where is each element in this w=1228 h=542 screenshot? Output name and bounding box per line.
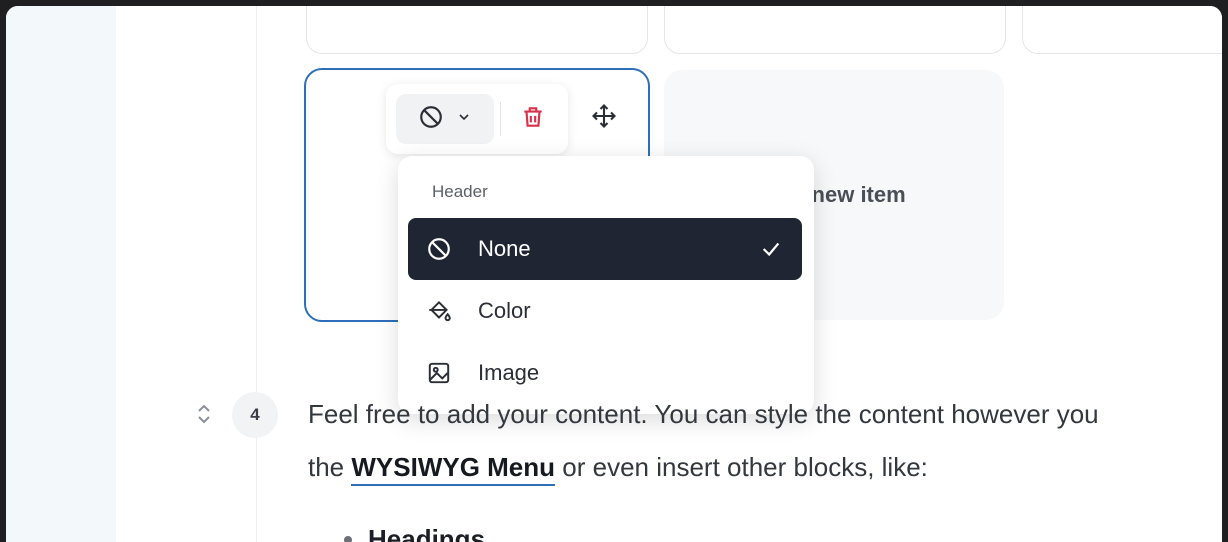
chevron-down-icon [456,109,472,130]
row-number-badge: 4 [232,392,278,438]
menu-item-label: Color [478,298,531,323]
paragraph-text: or even insert other blocks, like: [555,452,928,482]
wysiwyg-menu-link[interactable]: WYSIWYG Menu [351,452,556,486]
paragraph-line: Feel free to add your content. You can s… [308,399,1099,429]
grid-card[interactable] [306,6,648,54]
menu-item-color[interactable]: Color [408,280,802,342]
header-style-button[interactable] [396,94,494,144]
move-button[interactable] [584,98,624,138]
menu-item-label: Image [478,360,540,385]
checkmark-icon [760,238,782,260]
grid-card[interactable] [664,6,1006,54]
ban-icon [418,104,444,135]
menu-item-image[interactable]: Image [408,342,802,404]
image-icon [424,358,454,388]
paragraph-line: the WYSIWYG Menu or even insert other bl… [308,452,928,486]
ban-icon [424,234,454,264]
toolbar-divider [500,102,501,136]
menu-item-none[interactable]: None [408,218,802,280]
chevron-up-down-icon [192,404,216,430]
reorder-handle[interactable] [192,402,216,426]
trash-icon [520,104,546,135]
header-style-menu: Header None Color Image [398,156,814,414]
gutter-line [256,6,257,542]
bullet-item: Headings [368,524,486,542]
delete-button[interactable] [512,98,554,140]
left-pane [6,6,116,542]
bullet-dot [344,536,352,542]
menu-header-label: Header [432,182,488,201]
grid-card[interactable] [1022,6,1222,54]
card-toolbar [386,84,568,154]
editor-window: d new item Header None Color Image 4 Fee… [6,6,1222,542]
menu-item-label: None [478,236,531,261]
paragraph-text: the [308,452,352,482]
paint-bucket-icon [424,296,454,326]
move-arrows-icon [590,102,618,135]
